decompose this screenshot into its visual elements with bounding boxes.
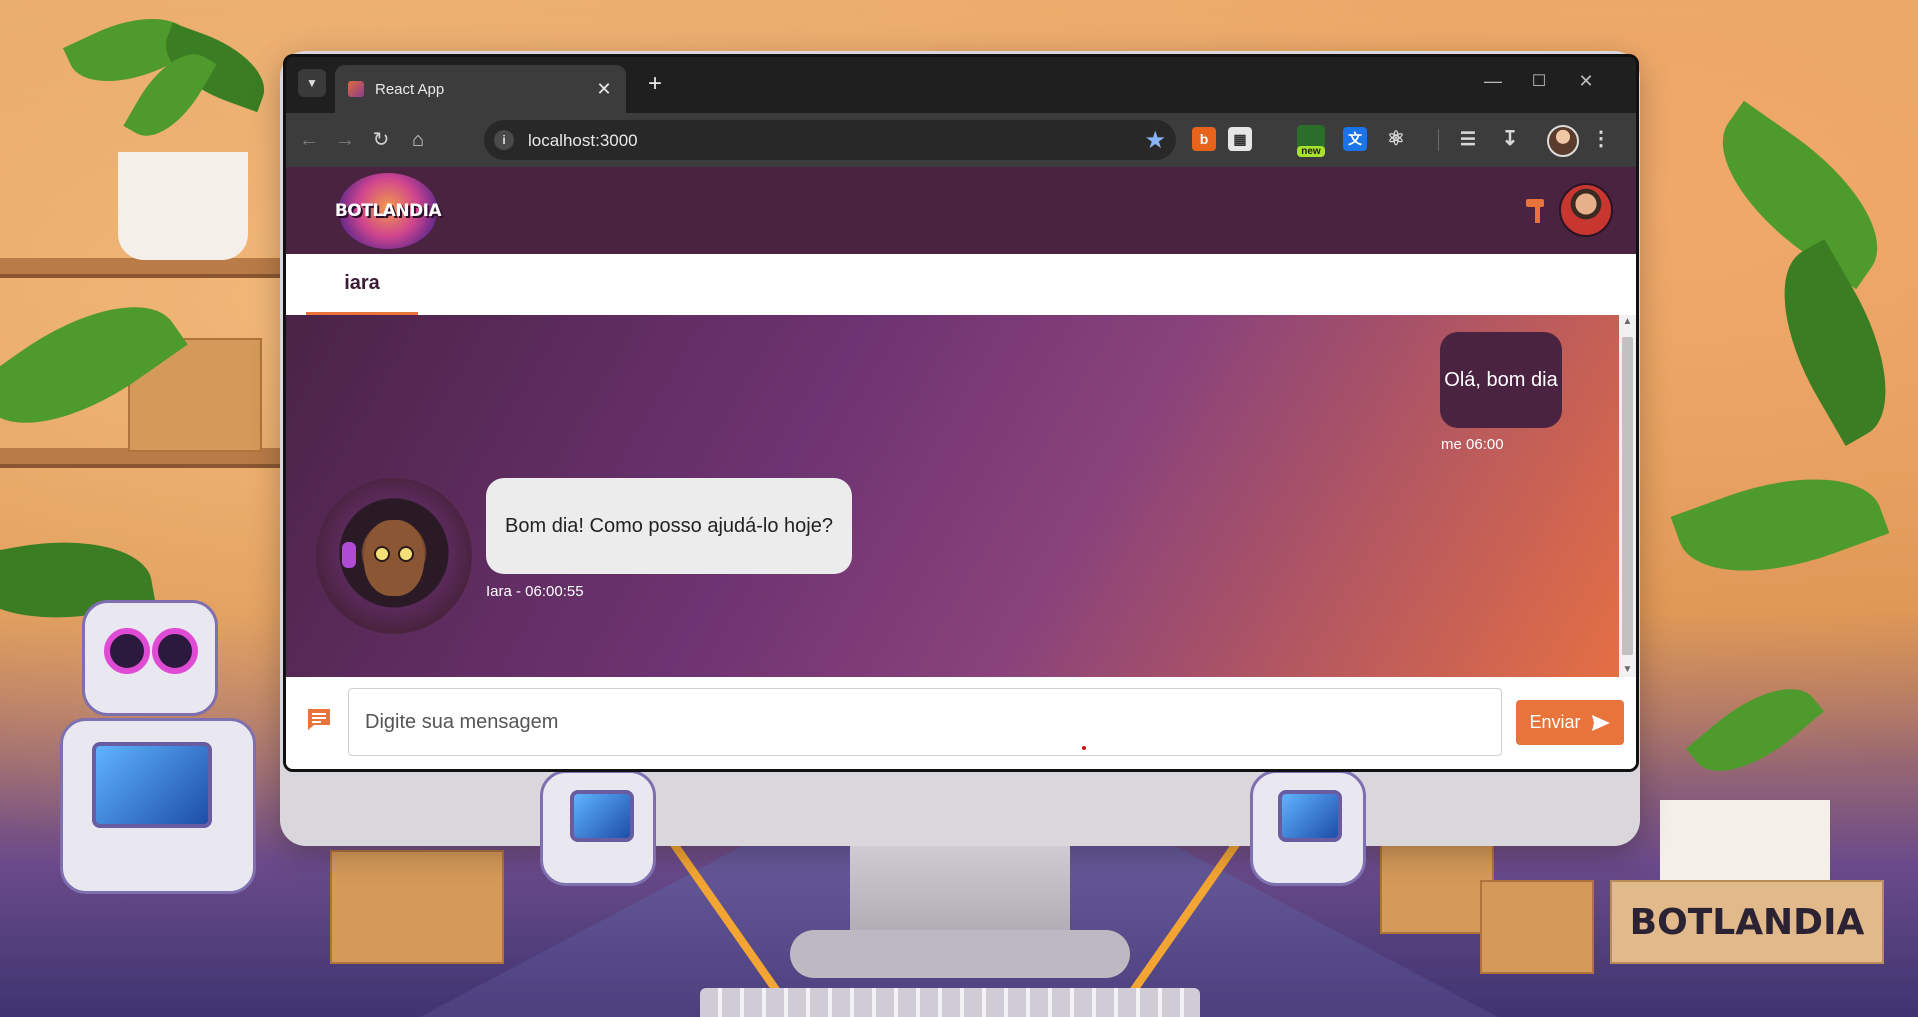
minimize-icon[interactable]: — — [1478, 71, 1508, 92]
maximize-icon[interactable]: ☐ — [1524, 71, 1554, 91]
robot-eye — [152, 628, 198, 674]
message-input[interactable] — [348, 688, 1502, 756]
chat-message-icon — [308, 709, 330, 730]
iara-bot-avatar — [316, 478, 472, 634]
bot-tabs: iara — [286, 254, 1636, 316]
address-bar[interactable]: i localhost:3000 ★ — [484, 120, 1176, 160]
user-message-bubble: Olá, bom dia — [1440, 332, 1562, 428]
extension-orange-icon[interactable]: b — [1192, 127, 1216, 151]
robot-screen — [92, 742, 212, 828]
message-composer: Enviar — [286, 677, 1636, 769]
web-page: BOTLANDIA iara Olá, bom dia me 06:00 Bom… — [286, 167, 1636, 769]
robot-eye — [104, 628, 150, 674]
bot-message-bubble: Bom dia! Como posso ajudá-lo hoje? — [486, 478, 852, 574]
toolbar-divider — [1438, 129, 1439, 151]
logo-text: BOTLANDIA — [334, 201, 442, 221]
send-button[interactable]: Enviar — [1516, 700, 1624, 745]
extensions-puzzle-icon[interactable]: ⚛ — [1384, 127, 1408, 151]
plant-pot — [118, 152, 248, 260]
react-favicon-icon — [348, 81, 364, 97]
new-tab-plus-icon[interactable]: + — [641, 70, 669, 98]
translate-extension-icon[interactable]: 文 — [1343, 127, 1367, 151]
home-icon[interactable]: ⌂ — [403, 125, 433, 155]
keyboard — [700, 988, 1200, 1017]
close-tab-icon[interactable]: ✕ — [592, 79, 616, 100]
site-info-icon[interactable]: i — [494, 130, 514, 150]
download-icon[interactable]: ↧ — [1498, 127, 1522, 151]
app-header: BOTLANDIA — [286, 167, 1636, 254]
bot-avatar-face — [364, 520, 424, 596]
extension-new-badge: new — [1297, 146, 1325, 157]
bot-avatar-eye — [374, 546, 390, 562]
forward-arrow-icon[interactable]: → — [330, 125, 360, 155]
bot-message-meta: Iara - 06:00:55 — [486, 583, 584, 600]
chat-scrollbar[interactable]: ▲ ▼ — [1619, 315, 1636, 677]
browser-toolbar: ← → ↻ ⌂ i localhost:3000 ★ b ▦ new 文 ⚛ ☰… — [286, 113, 1636, 167]
plant-leaf — [1685, 665, 1825, 795]
wooden-crate — [1380, 840, 1494, 934]
plant-leaf — [1750, 238, 1918, 447]
robot-screen — [1278, 790, 1342, 842]
monitor-stand-base — [790, 930, 1130, 978]
scroll-up-arrow-icon[interactable]: ▲ — [1619, 315, 1636, 329]
hammer-icon[interactable] — [1522, 195, 1548, 225]
robot-screen — [570, 790, 634, 842]
robot-head — [82, 600, 218, 716]
scroll-down-arrow-icon[interactable]: ▼ — [1619, 663, 1636, 677]
cursor-dot — [1082, 746, 1086, 750]
address-url: localhost:3000 — [528, 131, 638, 150]
extension-new-icon[interactable]: new — [1297, 125, 1325, 157]
tab-title: React App — [375, 80, 445, 98]
tab-iara[interactable]: iara — [306, 254, 418, 315]
media-playlist-icon[interactable]: ☰ — [1456, 127, 1480, 151]
reload-icon[interactable]: ↻ — [366, 125, 396, 155]
botlandia-logo[interactable]: BOTLANDIA — [334, 173, 442, 249]
headset-icon — [342, 542, 356, 568]
send-arrow-icon — [1591, 714, 1610, 731]
tab-search-chevron-icon[interactable]: ▼ — [298, 69, 326, 97]
browser-menu-icon[interactable]: ⋮ — [1589, 127, 1613, 151]
wall-shelf — [0, 258, 290, 278]
botlandia-sign: BOTLANDIA — [1610, 880, 1884, 964]
tab-react-app[interactable]: React App ✕ — [335, 65, 626, 113]
wooden-crate — [330, 850, 504, 964]
bot-avatar-eye — [398, 546, 414, 562]
profile-avatar-icon[interactable] — [1547, 125, 1579, 157]
browser-window: ▼ React App ✕ + — ☐ ✕ ← → ↻ ⌂ i localhos… — [283, 54, 1639, 772]
scrollbar-thumb[interactable] — [1622, 337, 1633, 655]
extension-clipboard-icon[interactable]: ▦ — [1228, 127, 1252, 151]
plant-leaf — [1670, 448, 1890, 602]
chat-messages: Olá, bom dia me 06:00 Bom dia! Como poss… — [286, 315, 1619, 677]
close-window-icon[interactable]: ✕ — [1571, 71, 1601, 92]
wooden-crate — [1480, 880, 1594, 974]
user-avatar[interactable] — [1559, 183, 1613, 237]
back-arrow-icon[interactable]: ← — [294, 125, 324, 155]
bookmark-star-icon[interactable]: ★ — [1144, 126, 1166, 155]
send-button-label: Enviar — [1529, 712, 1581, 732]
user-message-meta: me 06:00 — [1441, 436, 1504, 453]
tab-strip: ▼ React App ✕ + — ☐ ✕ — [286, 57, 1636, 113]
